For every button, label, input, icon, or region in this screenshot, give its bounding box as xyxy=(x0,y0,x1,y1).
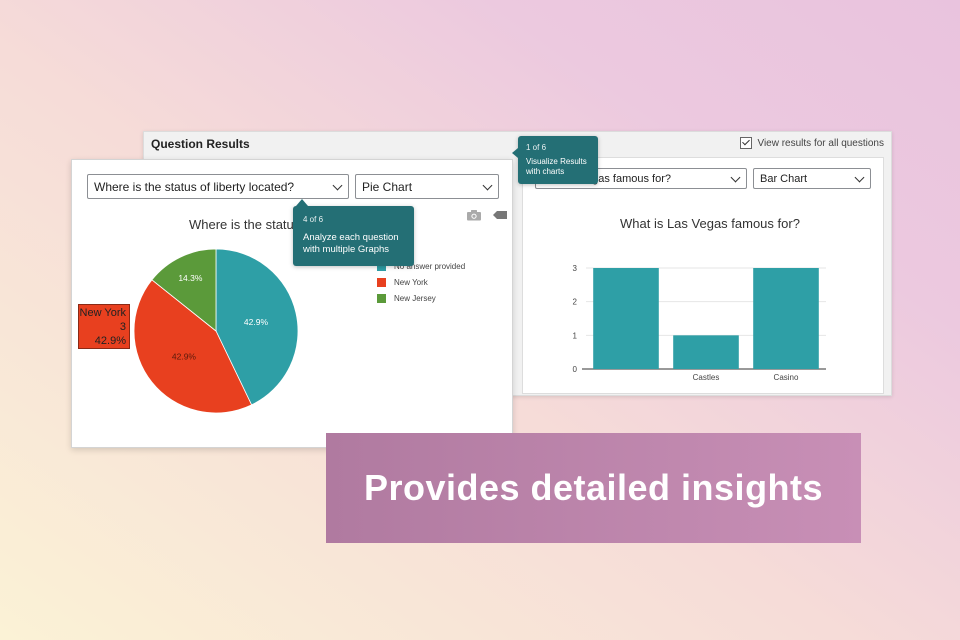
view-all-label: View results for all questions xyxy=(757,137,884,149)
x-tick-label: Castles xyxy=(693,373,720,382)
tooltip-step: 1 of 6 xyxy=(526,143,547,152)
legend-swatch xyxy=(377,294,386,303)
hover-count: 3 xyxy=(119,321,126,333)
bar-chart: 0 1 2 3 Castles Casino xyxy=(573,264,826,382)
tooltip-arrow xyxy=(296,199,308,206)
hover-name: New York xyxy=(79,307,126,319)
tooltip-arrow xyxy=(512,148,518,158)
pie-chart-card: Where is the status of liberty located? … xyxy=(71,159,513,448)
pie-chart: 42.9% 42.9% 14.3% xyxy=(133,248,299,414)
tour-tooltip-analyze[interactable]: 4 of 6 Analyze each question with multip… xyxy=(293,199,414,266)
checkbox-icon[interactable] xyxy=(740,137,753,149)
pie-slice-label: 14.3% xyxy=(178,273,203,283)
banner-text: Provides detailed insights xyxy=(363,467,824,508)
promo-banner: Provides detailed insights xyxy=(326,433,861,543)
legend-swatch xyxy=(377,278,386,287)
bar[interactable] xyxy=(593,268,659,369)
pie-slice-label: 42.9% xyxy=(172,352,197,362)
hover-pct: 42.9% xyxy=(94,335,126,347)
bar[interactable] xyxy=(673,335,739,369)
legend-item[interactable]: New York xyxy=(377,278,428,287)
bar[interactable] xyxy=(753,268,819,369)
tooltip-message: Visualize Results with charts xyxy=(526,157,587,176)
legend-label: New Jersey xyxy=(394,294,436,303)
y-tick-label: 2 xyxy=(573,298,578,307)
x-tick-label: Casino xyxy=(774,373,799,382)
tooltip-message: Analyze each question with multiple Grap… xyxy=(303,232,399,255)
y-tick-label: 3 xyxy=(573,264,578,273)
pie-slice-label: 42.9% xyxy=(244,317,269,327)
y-tick-label: 1 xyxy=(573,331,578,340)
legend-label: New York xyxy=(394,278,428,287)
pie-hover-label: New York 3 42.9% xyxy=(78,304,130,349)
tooltip-step: 4 of 6 xyxy=(303,215,324,224)
y-tick-label: 0 xyxy=(573,365,578,374)
tour-tooltip-visualize[interactable]: 1 of 6 Visualize Results with charts xyxy=(512,136,598,184)
view-all-toggle[interactable]: View results for all questions xyxy=(740,137,884,149)
bar-chart-card: egas famous for? Bar Chart What is Las V… xyxy=(522,157,884,394)
legend-item[interactable]: New Jersey xyxy=(377,294,436,303)
panel-title: Question Results xyxy=(151,137,250,151)
